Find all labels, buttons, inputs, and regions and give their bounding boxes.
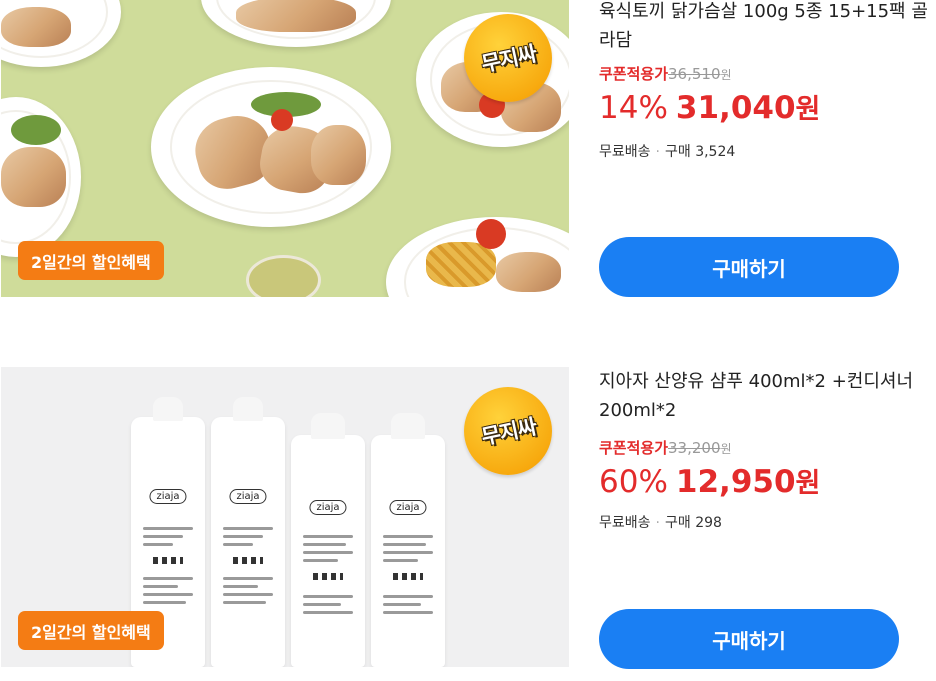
buy-button[interactable]: 구매하기 — [599, 609, 899, 669]
sale-price-unit: 원 — [795, 468, 821, 499]
discount-rate: 14% — [599, 90, 668, 126]
product-info: 지아자 산양유 샴푸 400ml*2 +컨디셔너200ml*2 쿠폰적용가33,… — [599, 367, 929, 669]
pickle-bowl — [246, 255, 321, 297]
tomato — [476, 219, 506, 249]
purchase-count: 구매 298 — [664, 515, 722, 531]
product-meta: 무료배송 · 구매 298 — [599, 512, 722, 532]
product-meta: 무료배송 · 구매 3,524 — [599, 141, 735, 161]
shampoo-bottle: ziaja — [211, 397, 285, 667]
chicken-slice — [311, 125, 366, 185]
product-image[interactable]: ziaja ziaja ziaja ziaja 무지싸 2일간의 할인혜택 — [1, 367, 569, 667]
separator-dot: · — [655, 144, 660, 160]
promo-badge: 2일간의 할인혜택 — [18, 611, 164, 650]
sale-price-unit: 원 — [795, 94, 821, 125]
sale-price: 12,950 — [675, 464, 796, 500]
product-card[interactable]: ziaja ziaja ziaja ziaja 무지싸 2일간의 할인혜택 지아… — [0, 367, 936, 669]
discount-line: 14% 31,040 원 — [599, 87, 820, 126]
price-box: 쿠폰적용가33,200원 60% 12,950 원 — [599, 438, 820, 500]
buy-button[interactable]: 구매하기 — [599, 237, 899, 297]
conditioner-bottle: ziaja — [291, 413, 365, 667]
chicken-slice — [1, 7, 71, 47]
bottle-brand: ziaja — [309, 500, 347, 515]
bottle-brand: ziaja — [389, 500, 427, 515]
coupon-label: 쿠폰적용가 — [599, 65, 669, 83]
price-box: 쿠폰적용가36,510원 14% 31,040 원 — [599, 64, 820, 126]
bottle-brand: ziaja — [149, 489, 187, 504]
bottle-brand: ziaja — [229, 489, 267, 504]
original-price: 36,510 — [668, 65, 721, 83]
original-price: 33,200 — [668, 439, 721, 457]
purchase-count: 구매 3,524 — [664, 144, 736, 160]
chicken-slice — [496, 252, 561, 292]
original-price-unit: 원 — [720, 442, 732, 456]
coupon-label: 쿠폰적용가 — [599, 439, 669, 457]
sale-sticker: 무지싸 — [464, 387, 552, 475]
discount-rate: 60% — [599, 464, 668, 500]
coupon-price-line: 쿠폰적용가36,510원 — [599, 64, 820, 85]
promo-badge: 2일간의 할인혜택 — [18, 241, 164, 280]
vegetables — [11, 115, 61, 145]
conditioner-bottle: ziaja — [371, 413, 445, 667]
sale-sticker: 무지싸 — [464, 14, 552, 102]
pasta — [426, 242, 496, 287]
chicken-slice — [236, 0, 356, 32]
coupon-price-line: 쿠폰적용가33,200원 — [599, 438, 820, 459]
product-title[interactable]: 육식토끼 닭가슴살 100g 5종 15+15팩 골라담 — [599, 0, 929, 55]
sale-price: 31,040 — [675, 90, 796, 126]
shipping-label: 무료배송 — [599, 515, 651, 531]
separator-dot: · — [655, 515, 660, 531]
product-image[interactable]: 무지싸 2일간의 할인혜택 — [1, 0, 569, 297]
product-title[interactable]: 지아자 산양유 샴푸 400ml*2 +컨디셔너200ml*2 — [599, 367, 929, 425]
original-price-unit: 원 — [720, 68, 732, 82]
discount-line: 60% 12,950 원 — [599, 461, 820, 500]
tomato — [271, 109, 293, 131]
product-card[interactable]: 무지싸 2일간의 할인혜택 육식토끼 닭가슴살 100g 5종 15+15팩 골… — [0, 0, 936, 297]
product-info: 육식토끼 닭가슴살 100g 5종 15+15팩 골라담 쿠폰적용가36,510… — [599, 0, 929, 297]
shipping-label: 무료배송 — [599, 144, 651, 160]
chicken-slice — [1, 147, 66, 207]
